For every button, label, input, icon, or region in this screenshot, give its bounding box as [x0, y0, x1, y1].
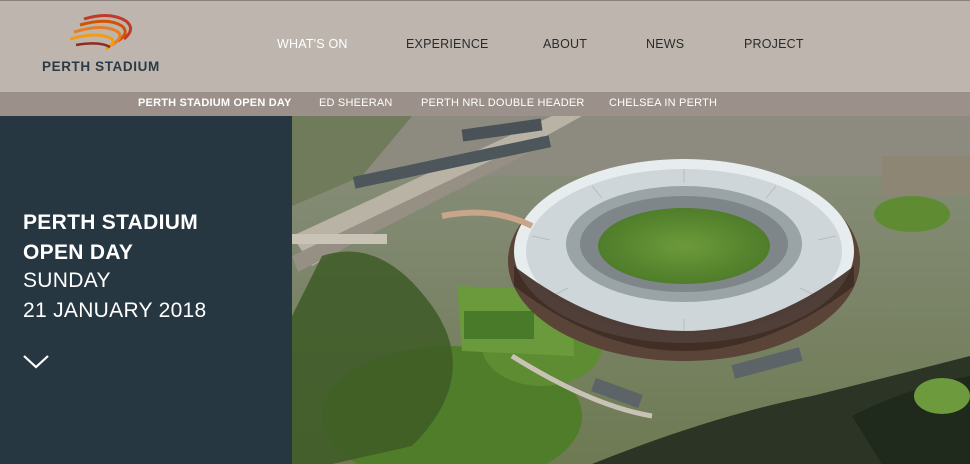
- stadium-logo-icon: [70, 14, 132, 51]
- chevron-down-icon[interactable]: [22, 352, 50, 370]
- hero-day: SUNDAY: [23, 269, 111, 292]
- hero-title-line1: PERTH STADIUM: [23, 211, 199, 234]
- site-header: PERTH STADIUM WHAT'S ON EXPERIENCE ABOUT…: [0, 0, 970, 92]
- nav-experience[interactable]: EXPERIENCE: [406, 37, 489, 51]
- subnav-nrl-double-header[interactable]: PERTH NRL DOUBLE HEADER: [421, 97, 585, 109]
- nav-whats-on[interactable]: WHAT'S ON: [277, 37, 348, 51]
- nav-project[interactable]: PROJECT: [744, 37, 804, 51]
- nav-about[interactable]: ABOUT: [543, 37, 587, 51]
- hero-date: 21 JANUARY 2018: [23, 299, 207, 322]
- hero-event-date: SUNDAY 21 JANUARY 2018: [23, 266, 207, 326]
- subnav-chelsea-in-perth[interactable]: CHELSEA IN PERTH: [609, 97, 717, 109]
- stadium-aerial-image: [292, 116, 970, 464]
- hero-title: PERTH STADIUM OPEN DAY: [23, 208, 198, 268]
- hero-title-line2: OPEN DAY: [23, 241, 134, 264]
- nav-news[interactable]: NEWS: [646, 37, 684, 51]
- subnav-open-day[interactable]: PERTH STADIUM OPEN DAY: [138, 97, 292, 109]
- subnav-ed-sheeran[interactable]: ED SHEERAN: [319, 97, 393, 109]
- stadium-aerial-illustration: [292, 116, 970, 464]
- perth-stadium-logo[interactable]: PERTH STADIUM: [40, 13, 180, 77]
- brand-name: PERTH STADIUM: [42, 59, 160, 74]
- sub-navigation: PERTH STADIUM OPEN DAY ED SHEERAN PERTH …: [0, 92, 970, 116]
- hero-text-panel: PERTH STADIUM OPEN DAY SUNDAY 21 JANUARY…: [0, 116, 292, 464]
